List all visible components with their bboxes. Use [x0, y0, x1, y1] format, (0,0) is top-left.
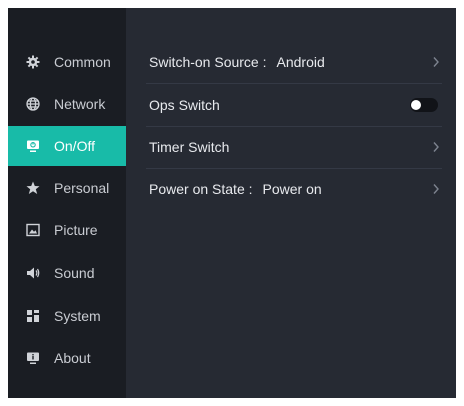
row-label: Timer Switch: [149, 139, 230, 155]
settings-panel: Common Network On/Off Personal Picture S…: [8, 8, 456, 398]
info-monitor-icon: [26, 351, 40, 365]
sidebar-item-label: Picture: [54, 222, 98, 238]
sidebar-item-label: System: [54, 308, 101, 324]
power-monitor-icon: [26, 139, 40, 153]
sidebar-item-label: Personal: [54, 180, 110, 196]
toggle-knob: [411, 100, 421, 110]
sidebar-item-picture[interactable]: Picture: [8, 210, 126, 250]
star-icon: [26, 181, 40, 195]
switch-on-source-row[interactable]: Switch-on Source : Android: [126, 41, 456, 83]
row-value: Power on: [262, 181, 322, 197]
row-label: Power on State :: [149, 181, 253, 197]
sidebar-item-label: About: [54, 350, 91, 366]
system-icon: [26, 309, 40, 323]
ops-switch-toggle[interactable]: [410, 98, 438, 112]
ops-switch-row[interactable]: Ops Switch: [126, 84, 456, 126]
sidebar-item-label: Network: [54, 96, 106, 112]
sidebar-item-system[interactable]: System: [8, 296, 126, 336]
sidebar-item-label: On/Off: [54, 138, 95, 154]
sidebar-item-about[interactable]: About: [8, 338, 126, 378]
sidebar-item-label: Common: [54, 54, 111, 70]
sidebar-item-label: Sound: [54, 265, 95, 281]
row-label: Switch-on Source :: [149, 54, 267, 70]
row-value: Android: [276, 54, 325, 70]
gear-icon: [26, 55, 40, 69]
settings-content: Switch-on Source : Android Ops Switch Ti…: [126, 8, 456, 398]
sidebar-item-personal[interactable]: Personal: [8, 168, 126, 208]
row-label: Ops Switch: [149, 97, 220, 113]
sidebar-item-on-off[interactable]: On/Off: [8, 126, 126, 166]
speaker-icon: [26, 266, 40, 280]
sidebar: Common Network On/Off Personal Picture S…: [8, 8, 126, 398]
chevron-right-icon: [433, 57, 439, 67]
chevron-right-icon: [433, 142, 439, 152]
globe-icon: [26, 97, 40, 111]
sidebar-item-sound[interactable]: Sound: [8, 253, 126, 293]
timer-switch-row[interactable]: Timer Switch: [126, 126, 456, 168]
sidebar-item-common[interactable]: Common: [8, 42, 126, 82]
chevron-right-icon: [433, 184, 439, 194]
power-on-state-row[interactable]: Power on State : Power on: [126, 168, 456, 210]
sidebar-item-network[interactable]: Network: [8, 84, 126, 124]
picture-icon: [26, 223, 40, 237]
